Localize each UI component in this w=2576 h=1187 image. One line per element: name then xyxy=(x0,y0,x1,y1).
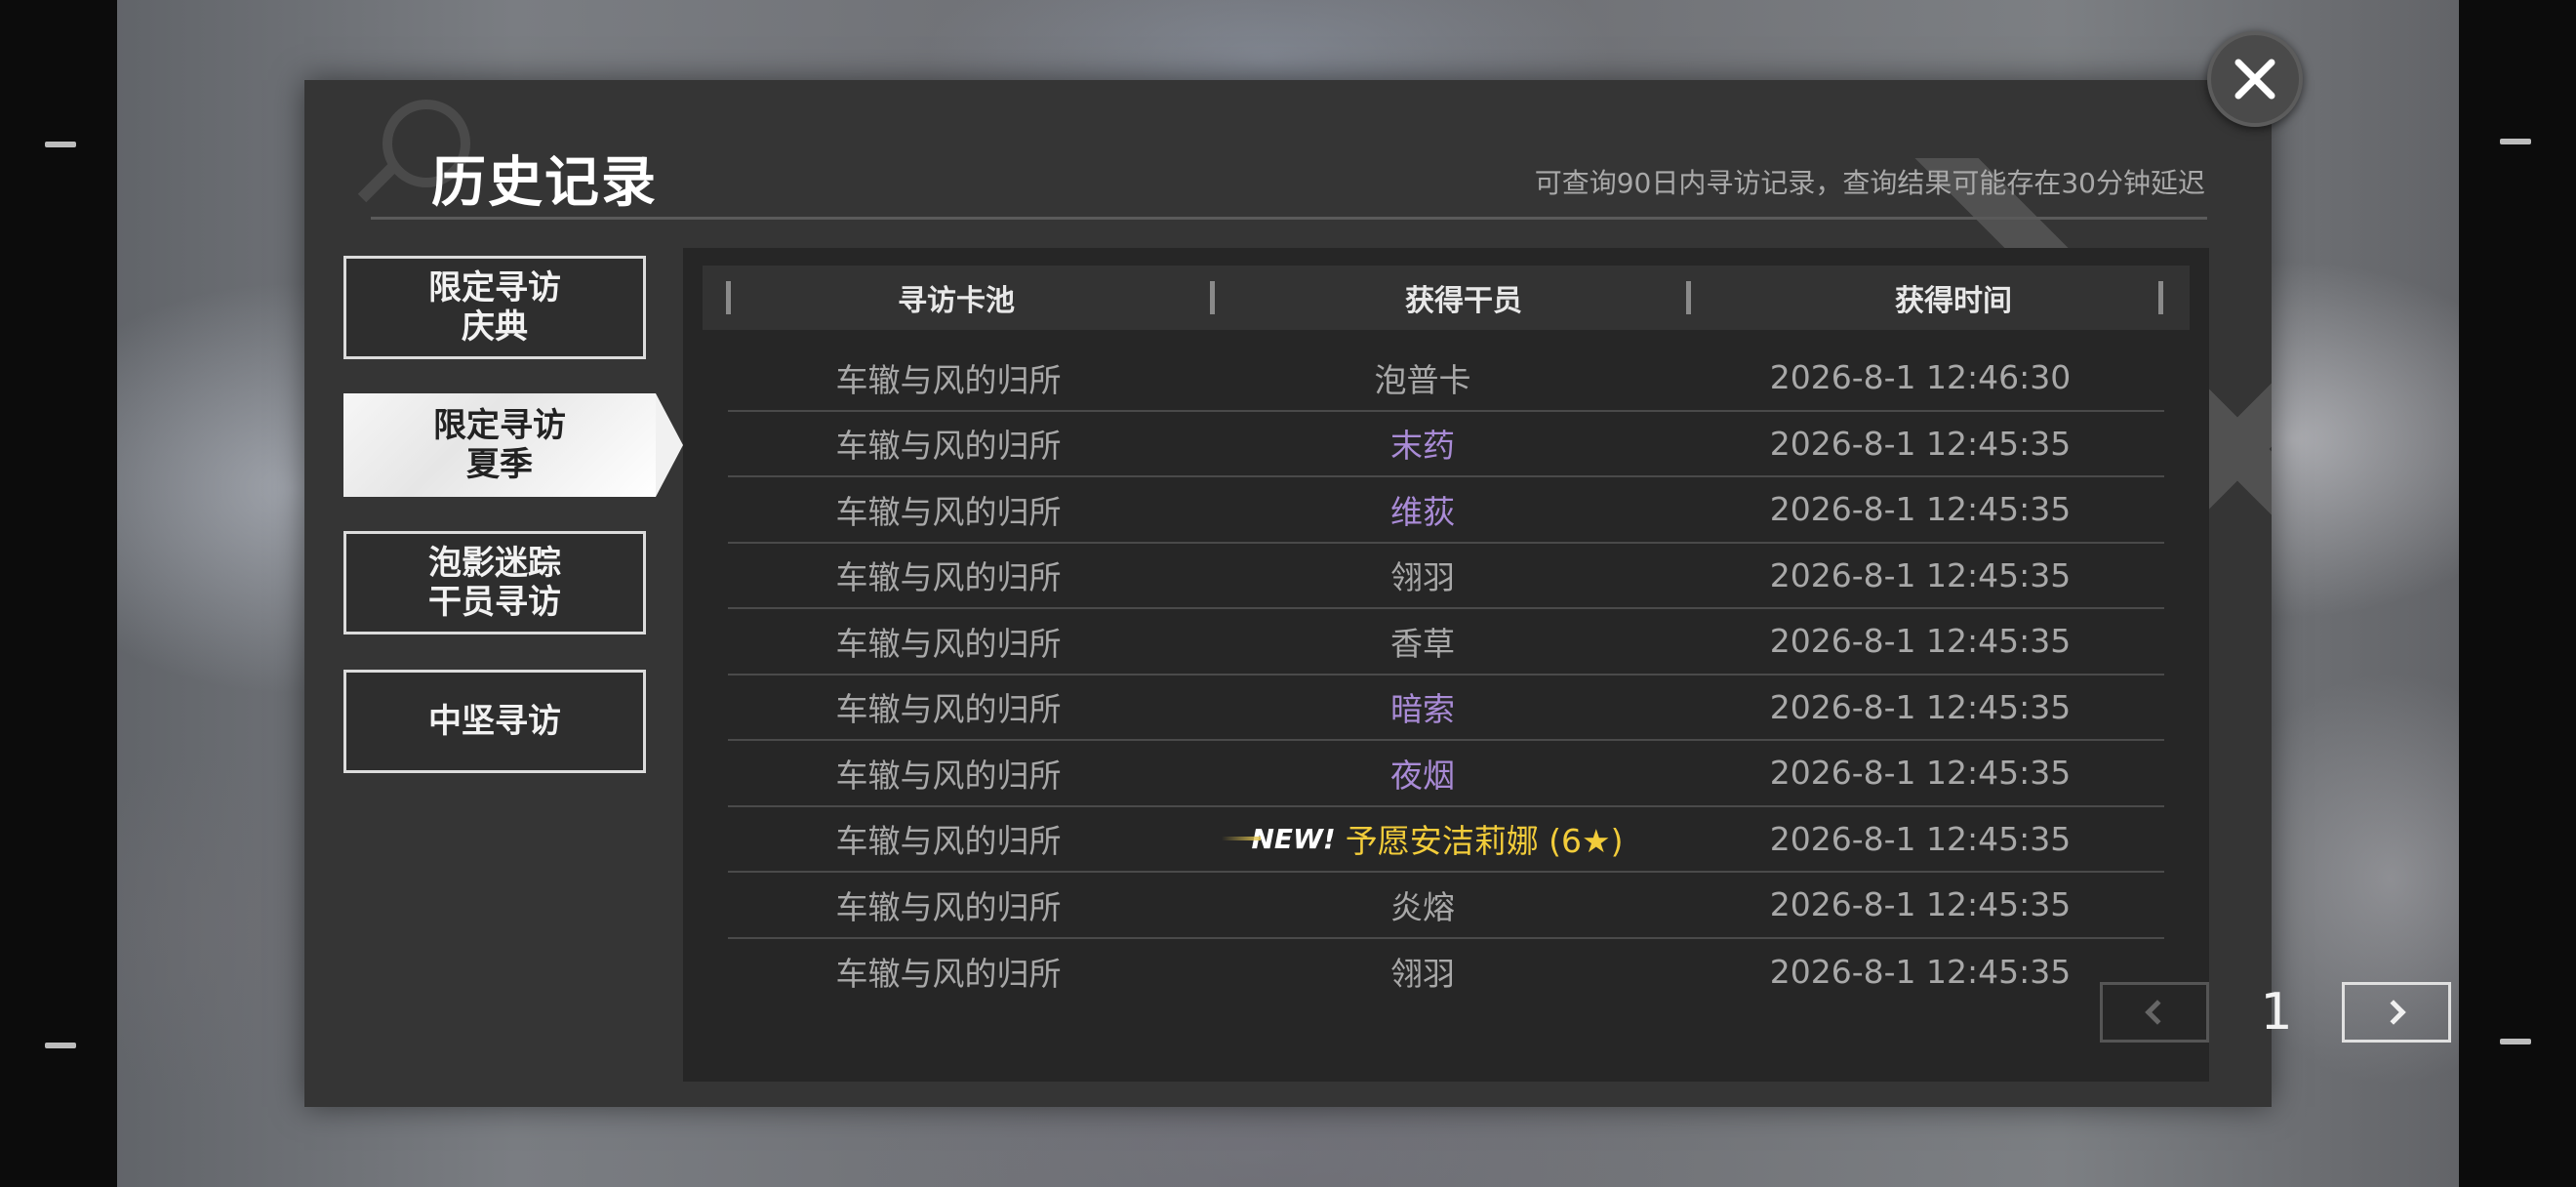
cell-operator: 维荻 xyxy=(1169,477,1676,542)
cell-time: 2026-8-1 12:45:35 xyxy=(1769,754,2072,793)
cell-pool: 车辙与风的归所 xyxy=(835,558,1062,597)
right-frame-bar xyxy=(2459,0,2576,1187)
cell-time: 2026-8-1 12:45:35 xyxy=(1769,555,2072,594)
cell-operator: 香草 xyxy=(1169,609,1676,674)
table-row: 车辙与风的归所 翎羽 2026-8-1 12:45:35 xyxy=(728,544,2164,609)
frame-tick xyxy=(45,1043,76,1048)
operator-name: 炎熔 xyxy=(1390,887,1455,926)
table-row: 车辙与风的归所 NEW! 予愿安洁莉娜 (6★) 2026-8-1 12:45:35 xyxy=(728,807,2164,873)
history-dialog: 历史记录 可查询90日内寻访记录，查询结果可能存在30分钟延迟 限定寻访 庆典 … xyxy=(304,80,2451,1107)
column-header-time: 获得时间 xyxy=(1895,284,2012,318)
left-frame-bar xyxy=(0,0,117,1187)
tab-standard[interactable]: 中坚寻访 xyxy=(343,670,646,773)
page-number: 1 xyxy=(2260,983,2293,1042)
cell-time: 2026-8-1 12:46:30 xyxy=(1769,358,2072,397)
cell-pool: 车辙与风的归所 xyxy=(835,427,1062,466)
operator-name: 夜烟 xyxy=(1390,756,1455,795)
tab-limited-summer[interactable]: 限定寻访 夏季 xyxy=(343,393,683,497)
frame-tick xyxy=(45,142,76,147)
cell-operator: 夜烟 xyxy=(1169,741,1676,805)
operator-name: 末药 xyxy=(1390,427,1455,466)
cell-pool: 车辙与风的归所 xyxy=(835,690,1062,729)
cell-operator: 炎熔 xyxy=(1169,873,1676,937)
records-table-body: 车辙与风的归所 泡普卡 2026-8-1 12:46:30 车辙与风的归所 末药 2026… xyxy=(728,346,2164,1004)
frame-tick xyxy=(2500,1039,2531,1044)
prev-page-button[interactable] xyxy=(2100,982,2209,1043)
table-header: 寻访卡池 获得干员 获得时间 xyxy=(703,266,2190,330)
operator-name: 香草 xyxy=(1390,624,1455,663)
chevron-right-icon xyxy=(2381,1000,2406,1025)
cell-pool: 车辙与风的归所 xyxy=(835,492,1062,531)
tab-label-line2: 夏季 xyxy=(466,445,533,484)
operator-name: 翎羽 xyxy=(1390,955,1455,994)
cell-time: 2026-8-1 12:45:35 xyxy=(1769,622,2072,661)
cell-operator: 翎羽 xyxy=(1169,544,1676,608)
tab-limited-celebration[interactable]: 限定寻访 庆典 xyxy=(343,256,646,359)
records-panel: 寻访卡池 获得干员 获得时间 车辙与风的归所 泡普卡 2026-8-1 12:46:… xyxy=(683,248,2451,1082)
cell-time: 2026-8-1 12:45:35 xyxy=(1769,819,2072,858)
cell-pool: 车辙与风的归所 xyxy=(835,955,1062,994)
cell-time: 2026-8-1 12:45:35 xyxy=(1769,952,2072,991)
cell-time: 2026-8-1 12:45:35 xyxy=(1769,687,2072,726)
cell-time: 2026-8-1 12:45:35 xyxy=(1769,885,2072,924)
tab-label-line2: 干员寻访 xyxy=(428,583,561,622)
new-badge: NEW! xyxy=(1222,823,1336,855)
cell-pool: 车辙与风的归所 xyxy=(835,624,1062,663)
close-button[interactable] xyxy=(2207,31,2303,127)
cell-pool: 车辙与风的归所 xyxy=(835,822,1062,861)
chevron-left-icon xyxy=(2145,1000,2170,1025)
operator-name: 暗索 xyxy=(1390,690,1455,729)
tab-label-line1: 中坚寻访 xyxy=(428,702,561,741)
cell-operator: 泡普卡 xyxy=(1169,346,1676,410)
table-row: 车辙与风的归所 翎羽 2026-8-1 12:45:35 xyxy=(728,939,2164,1005)
cell-pool: 车辙与风的归所 xyxy=(835,756,1062,795)
operator-name: 翎羽 xyxy=(1390,558,1455,597)
column-header-operator: 获得干员 xyxy=(1405,284,1522,318)
close-icon xyxy=(2234,59,2275,100)
title-divider xyxy=(371,217,2207,220)
tab-label-line1: 泡影迷踪 xyxy=(428,544,561,583)
tab-bubble-operator[interactable]: 泡影迷踪 干员寻访 xyxy=(343,531,646,634)
cell-time: 2026-8-1 12:45:35 xyxy=(1769,490,2072,529)
operator-name: 泡普卡 xyxy=(1374,360,1471,399)
tab-label-line1: 限定寻访 xyxy=(428,268,561,307)
cell-pool: 车辙与风的归所 xyxy=(835,887,1062,926)
tab-label-line2: 庆典 xyxy=(462,307,528,347)
frame-tick xyxy=(2500,139,2531,144)
tab-label-line1: 限定寻访 xyxy=(433,406,566,445)
cell-operator: 暗索 xyxy=(1169,675,1676,740)
table-row: 车辙与风的归所 夜烟 2026-8-1 12:45:35 xyxy=(728,741,2164,807)
operator-name: 维荻 xyxy=(1390,492,1455,531)
cell-operator: 末药 xyxy=(1169,412,1676,476)
query-notice: 可查询90日内寻访记录，查询结果可能存在30分钟延迟 xyxy=(1534,167,2205,199)
cell-time: 2026-8-1 12:45:35 xyxy=(1769,424,2072,463)
table-row: 车辙与风的归所 炎熔 2026-8-1 12:45:35 xyxy=(728,873,2164,939)
table-row: 车辙与风的归所 维荻 2026-8-1 12:45:35 xyxy=(728,477,2164,544)
column-header-pool: 寻访卡池 xyxy=(898,284,1015,318)
cell-pool: 车辙与风的归所 xyxy=(835,360,1062,399)
next-page-button[interactable] xyxy=(2342,982,2451,1043)
operator-name: 予愿安洁莉娜 (6★) xyxy=(1345,822,1624,861)
page-title: 历史记录 xyxy=(431,151,658,215)
table-row: 车辙与风的归所 末药 2026-8-1 12:45:35 xyxy=(728,412,2164,477)
cell-operator: NEW! 予愿安洁莉娜 (6★) xyxy=(1169,807,1676,872)
table-row: 车辙与风的归所 暗索 2026-8-1 12:45:35 xyxy=(728,675,2164,741)
table-row: 车辙与风的归所 香草 2026-8-1 12:45:35 xyxy=(728,609,2164,675)
table-row: 车辙与风的归所 泡普卡 2026-8-1 12:46:30 xyxy=(728,346,2164,412)
cell-operator: 翎羽 xyxy=(1169,939,1676,1005)
